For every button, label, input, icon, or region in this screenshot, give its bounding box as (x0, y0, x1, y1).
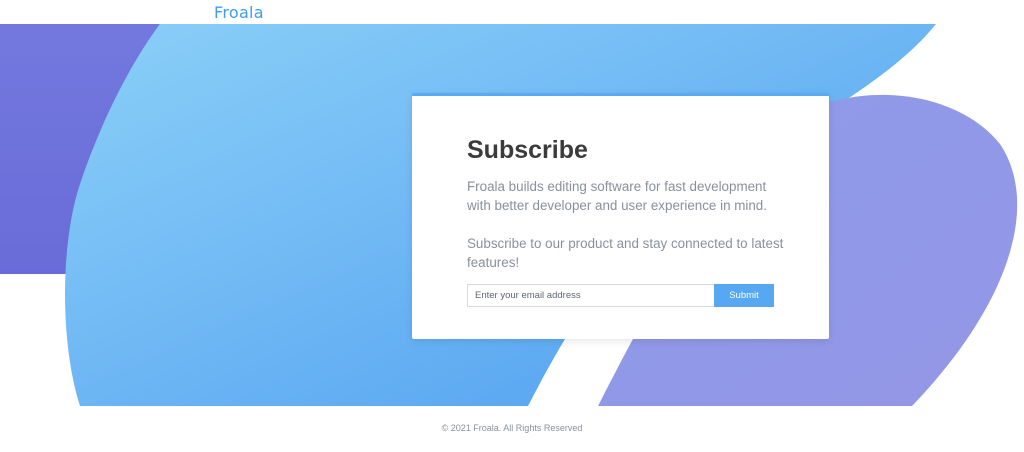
froala-logo[interactable]: Froala (214, 3, 264, 22)
email-input[interactable] (467, 284, 714, 307)
page: Froala Subscribe Froala builds editing s… (0, 0, 1024, 452)
top-bar: Froala (0, 0, 1024, 24)
card-title: Subscribe (467, 136, 588, 164)
submit-button[interactable]: Submit (714, 284, 774, 307)
card-subscribe-text: Subscribe to our product and stay connec… (467, 236, 784, 270)
footer-copyright: © 2021 Froala. All Rights Reserved (441, 423, 583, 433)
subscribe-form: Submit (467, 284, 774, 307)
subscribe-card: Subscribe Froala builds editing software… (412, 93, 829, 339)
card-description: Froala builds editing software for fast … (467, 179, 767, 213)
